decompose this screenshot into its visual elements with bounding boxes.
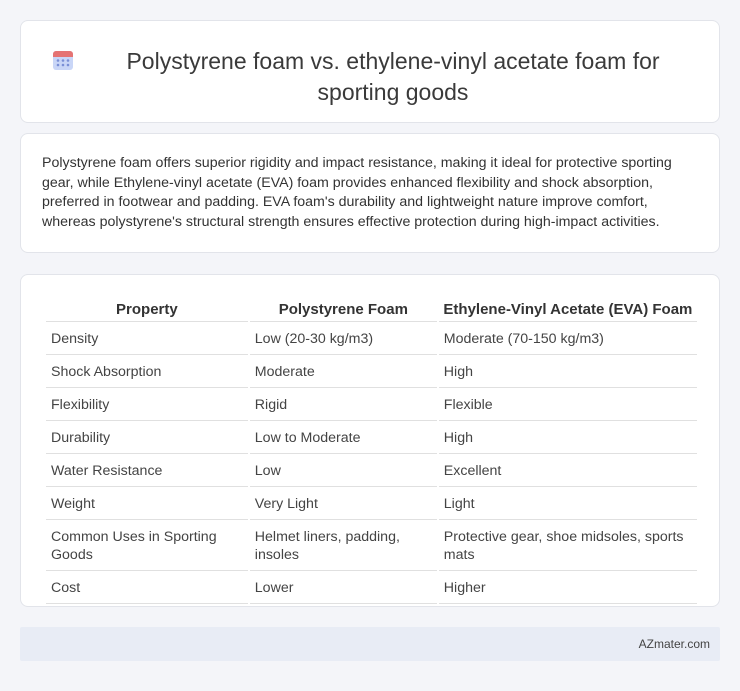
table-row: Cost Lower Higher [46,571,697,604]
table-cell: Weight [46,487,248,520]
table-cell: Low [249,454,437,487]
table-row: Shock Absorption Moderate High [46,355,697,388]
table-cell: Water Resistance [46,454,248,487]
table-row: Common Uses in Sporting Goods Helmet lin… [46,520,697,571]
footer-brand: AZmater.com [638,637,710,651]
column-header-eva: Ethylene-Vinyl Acetate (EVA) Foam [438,295,697,322]
description-text: Polystyrene foam offers superior rigidit… [42,155,672,230]
page-title: Polystyrene foam vs. ethylene-vinyl acet… [126,48,660,105]
title-card: Polystyrene foam vs. ethylene-vinyl acet… [20,20,720,123]
description-card: Polystyrene foam offers superior rigidit… [20,133,720,253]
table-cell: Protective gear, shoe midsoles, sports m… [438,520,697,571]
table-cell: Shock Absorption [46,355,248,388]
table-cell: Light [438,487,697,520]
table-cell: Common Uses in Sporting Goods [46,520,248,571]
comparison-table: Property Polystyrene Foam Ethylene-Vinyl… [44,295,699,604]
table-cell: Cost [46,571,248,604]
calendar-icon [53,51,73,70]
footer-bar: AZmater.com [20,627,720,661]
table-cell: Moderate (70-150 kg/m3) [438,322,697,355]
table-cell: High [438,355,697,388]
table-cell: Low (20-30 kg/m3) [249,322,437,355]
table-cell: Rigid [249,388,437,421]
table-cell: Low to Moderate [249,421,437,454]
column-header-polystyrene: Polystyrene Foam [249,295,437,322]
table-cell: Moderate [249,355,437,388]
table-cell: Flexibility [46,388,248,421]
table-cell: Helmet liners, padding, insoles [249,520,437,571]
table-cell: Excellent [438,454,697,487]
table-row: Durability Low to Moderate High [46,421,697,454]
table-cell: Durability [46,421,248,454]
table-row: Weight Very Light Light [46,487,697,520]
table-row: Water Resistance Low Excellent [46,454,697,487]
table-cell: Lower [249,571,437,604]
table-cell: Very Light [249,487,437,520]
table-row: Density Low (20-30 kg/m3) Moderate (70-1… [46,322,697,355]
comparison-card: Property Polystyrene Foam Ethylene-Vinyl… [20,274,720,607]
table-cell: Flexible [438,388,697,421]
title-row: Polystyrene foam vs. ethylene-vinyl acet… [21,21,719,108]
table-row: Flexibility Rigid Flexible [46,388,697,421]
table-cell: High [438,421,697,454]
table-header-row: Property Polystyrene Foam Ethylene-Vinyl… [46,295,697,322]
column-header-property: Property [46,295,248,322]
table-cell: Density [46,322,248,355]
table-cell: Higher [438,571,697,604]
